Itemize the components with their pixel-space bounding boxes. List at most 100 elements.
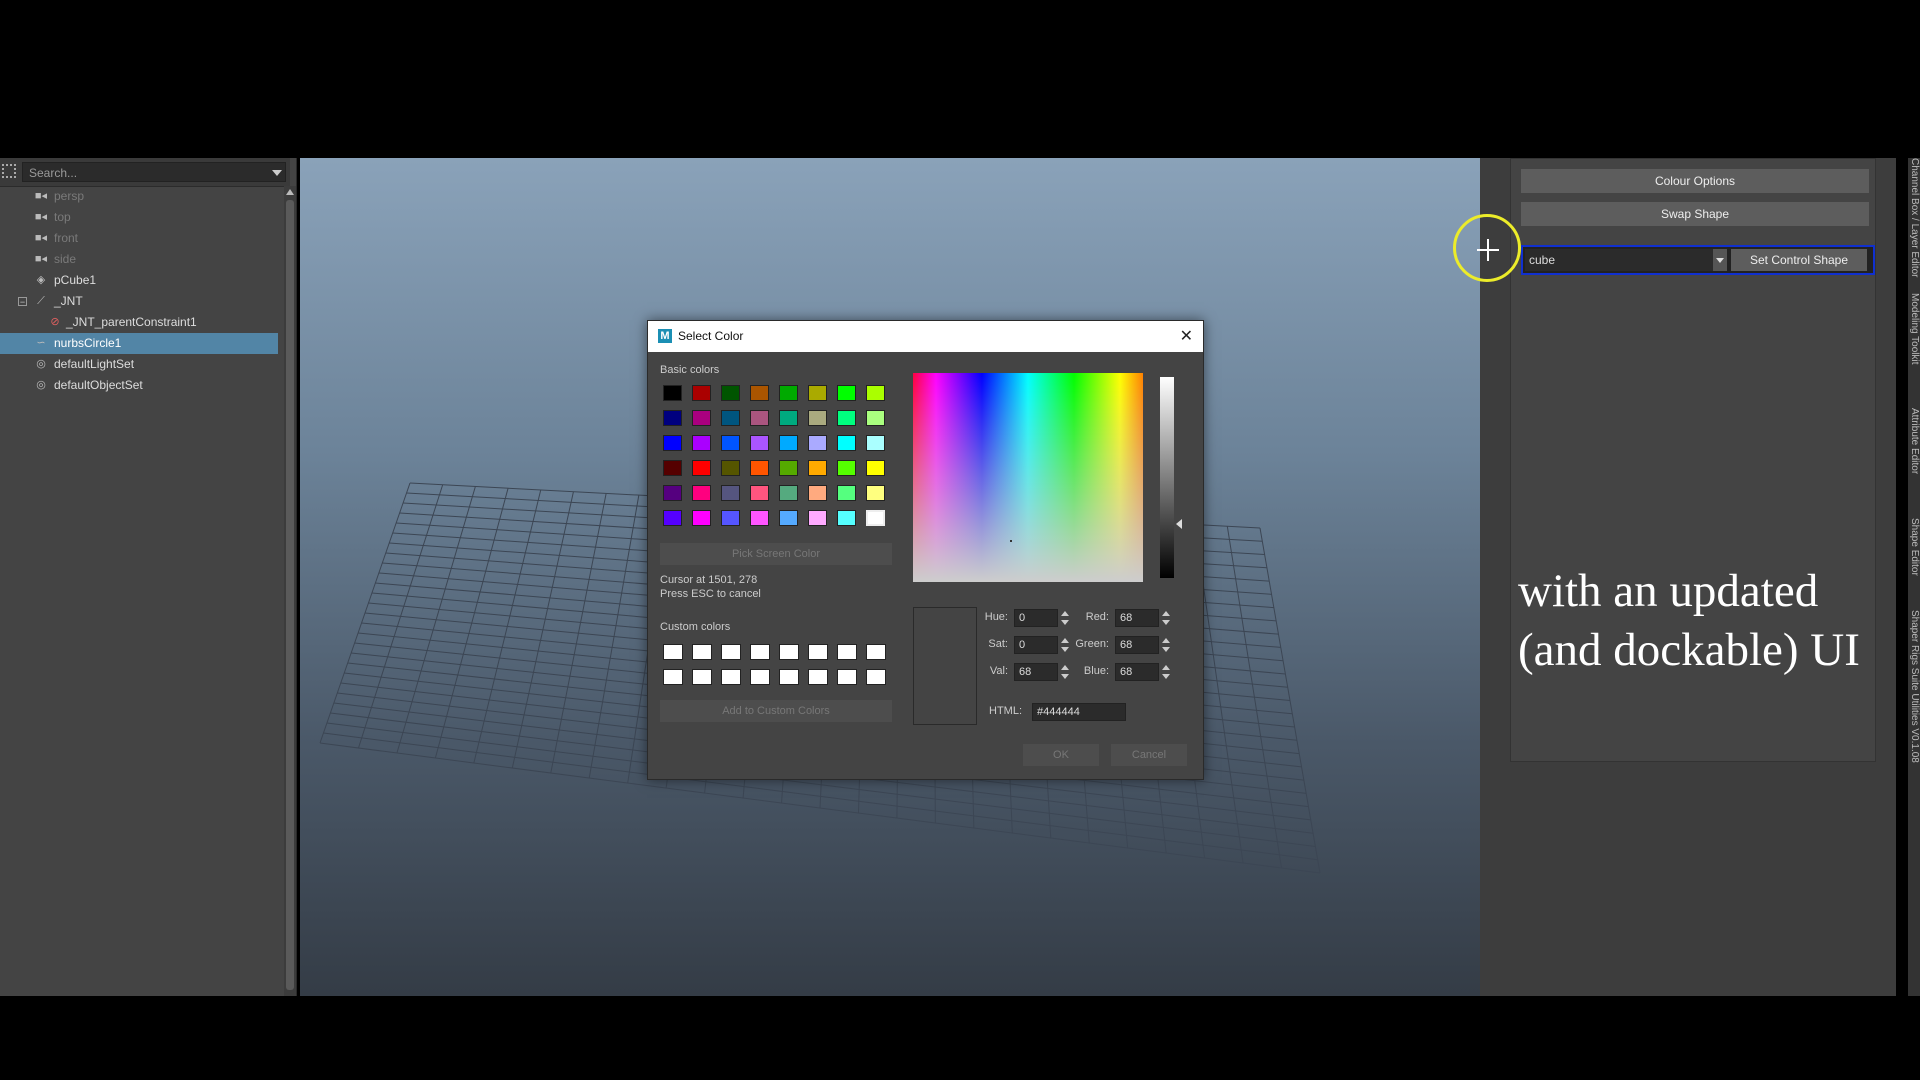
tab-channel-box[interactable]: Channel Box / Layer Editor (1908, 158, 1920, 278)
outliner-scrollbar[interactable] (284, 186, 296, 996)
basic-color-swatch[interactable] (663, 435, 682, 451)
outliner-item-side[interactable]: ■◂ side (0, 249, 278, 270)
scrollbar-thumb[interactable] (286, 200, 294, 990)
basic-color-swatch[interactable] (808, 385, 827, 401)
basic-color-swatch[interactable] (692, 385, 711, 401)
red-spinbox[interactable]: 68 (1115, 609, 1170, 627)
basic-color-swatch[interactable] (808, 485, 827, 501)
custom-color-swatch[interactable] (721, 669, 741, 685)
custom-color-swatch[interactable] (866, 644, 886, 660)
basic-color-swatch[interactable] (808, 510, 827, 526)
basic-color-swatch[interactable] (808, 460, 827, 476)
custom-color-swatch[interactable] (837, 669, 857, 685)
hue-spinbox[interactable]: 0 (1014, 609, 1069, 627)
basic-color-swatch[interactable] (692, 435, 711, 451)
tab-shape-editor[interactable]: Shape Editor (1908, 518, 1920, 576)
spin-arrows-icon[interactable] (1160, 609, 1172, 627)
color-spectrum-picker[interactable] (913, 373, 1143, 582)
outliner-item-top[interactable]: ■◂ top (0, 207, 278, 228)
value-slider-handle-icon[interactable] (1176, 519, 1182, 529)
swap-shape-button[interactable]: Swap Shape (1521, 202, 1869, 226)
custom-color-swatch[interactable] (808, 644, 828, 660)
sat-spinbox[interactable]: 0 (1014, 636, 1069, 654)
chevron-down-icon[interactable] (1713, 249, 1727, 271)
basic-color-swatch[interactable] (837, 410, 856, 426)
basic-color-swatch[interactable] (692, 510, 711, 526)
basic-color-swatch[interactable] (866, 510, 885, 526)
tab-shaper-rigs-utilities[interactable]: Shaper Rigs Suite Utilities V0.1.08 (1908, 610, 1920, 763)
basic-color-swatch[interactable] (692, 460, 711, 476)
basic-color-swatch[interactable] (721, 385, 740, 401)
basic-color-swatch[interactable] (837, 435, 856, 451)
tab-modeling-toolkit[interactable]: Modeling Toolkit (1908, 293, 1920, 365)
basic-color-swatch[interactable] (750, 435, 769, 451)
basic-color-swatch[interactable] (837, 460, 856, 476)
filter-toggle-icon[interactable] (2, 164, 16, 178)
basic-color-swatch[interactable] (866, 410, 885, 426)
set-control-shape-button[interactable]: Set Control Shape (1731, 249, 1867, 271)
basic-color-swatch[interactable] (750, 510, 769, 526)
outliner-item-nurbscircle1[interactable]: ∽ nurbsCircle1 (0, 333, 278, 354)
custom-color-swatch[interactable] (721, 644, 741, 660)
cancel-button[interactable]: Cancel (1111, 744, 1187, 766)
basic-color-swatch[interactable] (866, 435, 885, 451)
basic-color-swatch[interactable] (837, 485, 856, 501)
outliner-item-persp[interactable]: ■◂ persp (0, 186, 278, 207)
shape-dropdown[interactable]: cube (1525, 249, 1727, 271)
basic-color-swatch[interactable] (721, 410, 740, 426)
basic-color-swatch[interactable] (866, 460, 885, 476)
basic-color-swatch[interactable] (779, 460, 798, 476)
outliner-item-pcube1[interactable]: ◈ pCube1 (0, 270, 278, 291)
basic-color-swatch[interactable] (837, 510, 856, 526)
custom-color-swatch[interactable] (663, 644, 683, 660)
basic-color-swatch[interactable] (779, 410, 798, 426)
basic-color-swatch[interactable] (779, 435, 798, 451)
outliner-item-jnt-parentconstraint1[interactable]: ⊘ _JNT_parentConstraint1 (0, 312, 278, 333)
custom-color-swatch[interactable] (692, 644, 712, 660)
close-icon[interactable]: ✕ (1180, 321, 1193, 352)
basic-color-swatch[interactable] (692, 410, 711, 426)
basic-color-swatch[interactable] (779, 485, 798, 501)
tab-attribute-editor[interactable]: Attribute Editor (1908, 408, 1920, 474)
value-slider[interactable] (1160, 377, 1174, 578)
custom-color-swatch[interactable] (692, 669, 712, 685)
basic-color-swatch[interactable] (721, 485, 740, 501)
dialog-titlebar[interactable]: M Select Color ✕ (648, 321, 1203, 352)
basic-color-swatch[interactable] (808, 435, 827, 451)
basic-color-swatch[interactable] (663, 410, 682, 426)
custom-color-swatch[interactable] (837, 644, 857, 660)
basic-color-swatch[interactable] (721, 510, 740, 526)
custom-color-swatch[interactable] (750, 669, 770, 685)
custom-color-swatch[interactable] (779, 644, 799, 660)
outliner-item-defaultlightset[interactable]: ◎ defaultLightSet (0, 354, 278, 375)
blue-spinbox[interactable]: 68 (1115, 663, 1170, 681)
custom-color-swatch[interactable] (808, 669, 828, 685)
green-spinbox[interactable]: 68 (1115, 636, 1170, 654)
outliner-item-front[interactable]: ■◂ front (0, 228, 278, 249)
spin-arrows-icon[interactable] (1160, 663, 1172, 681)
outliner-item-jnt[interactable]: − ⟋ _JNT (0, 291, 278, 312)
basic-color-swatch[interactable] (866, 385, 885, 401)
basic-color-swatch[interactable] (779, 385, 798, 401)
collapse-toggle-icon[interactable]: − (18, 297, 27, 307)
basic-color-swatch[interactable] (721, 435, 740, 451)
basic-color-swatch[interactable] (750, 410, 769, 426)
basic-color-swatch[interactable] (808, 410, 827, 426)
basic-color-swatch[interactable] (663, 385, 682, 401)
basic-color-swatch[interactable] (663, 460, 682, 476)
basic-color-swatch[interactable] (663, 485, 682, 501)
add-to-custom-colors-button[interactable]: Add to Custom Colors (660, 700, 892, 722)
basic-color-swatch[interactable] (837, 385, 856, 401)
custom-color-swatch[interactable] (663, 669, 683, 685)
html-hex-input[interactable]: #444444 (1032, 703, 1126, 721)
basic-color-swatch[interactable] (750, 460, 769, 476)
custom-color-swatch[interactable] (750, 644, 770, 660)
basic-color-swatch[interactable] (721, 460, 740, 476)
outliner-search-input[interactable]: Search... (22, 162, 286, 182)
basic-color-swatch[interactable] (779, 510, 798, 526)
colour-options-button[interactable]: Colour Options (1521, 169, 1869, 193)
outliner-item-defaultobjectset[interactable]: ◎ defaultObjectSet (0, 375, 278, 396)
custom-color-swatch[interactable] (866, 669, 886, 685)
scroll-up-icon[interactable] (286, 189, 294, 195)
basic-color-swatch[interactable] (866, 485, 885, 501)
